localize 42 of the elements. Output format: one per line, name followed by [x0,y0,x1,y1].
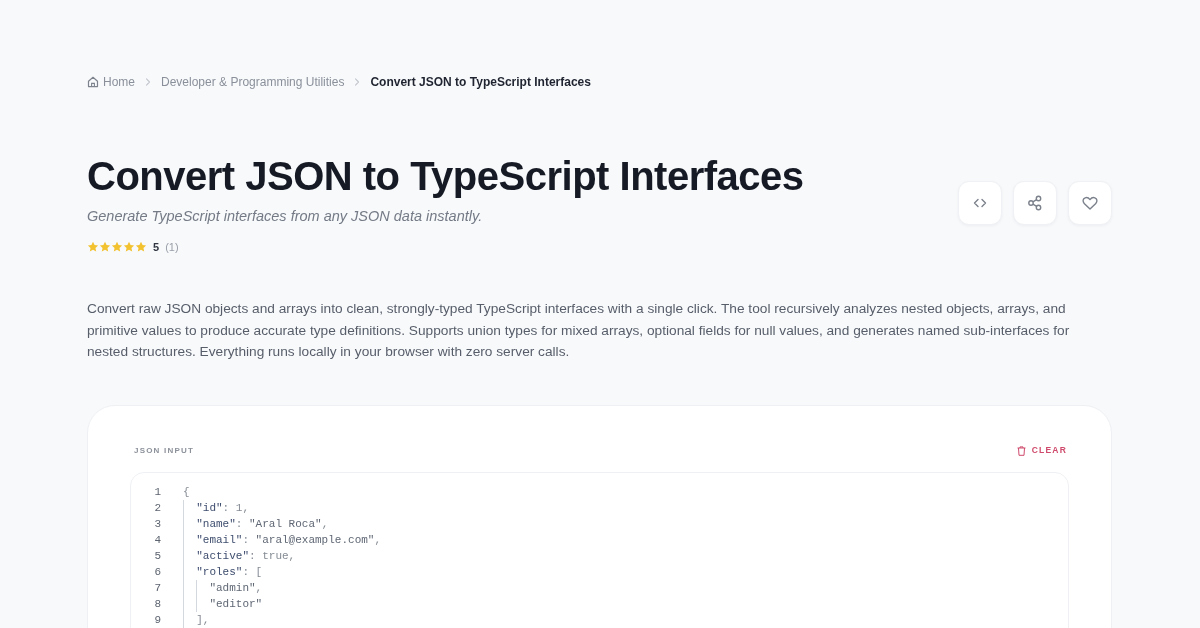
page-title: Convert JSON to TypeScript Interfaces [87,153,804,200]
line-number: 4 [153,532,161,548]
line-number: 6 [153,564,161,580]
star-icon [135,241,147,253]
code-line: "name": "Aral Roca", [196,516,329,532]
rating-count: (1) [165,239,179,255]
line-number: 2 [153,500,161,516]
share-button[interactable] [1013,181,1057,225]
line-number: 9 [153,612,161,628]
code-line: "editor" [209,596,263,612]
share-icon [1026,194,1044,212]
star-icon [87,241,99,253]
page-subtitle: Generate TypeScript interfaces from any JSON data instantly. [87,207,484,226]
star-icon [111,241,123,253]
favorite-button[interactable] [1068,181,1112,225]
breadcrumb-link[interactable]: Developer & Programming Utilities [161,73,345,91]
code-line: { [183,484,190,500]
code-line: "admin", [209,580,263,596]
chevron-icon [145,78,151,86]
line-number: 3 [153,516,161,532]
home-icon [87,76,99,88]
code-editor[interactable]: 1 { 2 "id": 1, 3 "name": "Aral Roca", 4 "email": "aral@example.com", 5 "active": true, 6 "roles": [ 7 "admin", 8 "editor" 9 ], [130,471,1069,628]
heart-icon [1081,194,1099,212]
input-label: JSON INPUT [134,444,194,457]
rating-score: 5 [153,239,160,255]
star-icon [99,241,111,253]
code-line: "email": "aral@example.com", [196,532,382,548]
line-number: 7 [153,580,161,596]
trash-icon [1016,445,1026,456]
code-line: "roles": [ [196,564,263,580]
tool-description: Convert raw JSON objects and arrays into clean, strongly-typed TypeScript interfaces with a single click. The tool recursively analyzes nested objects, arrays, and primitive values to produce accurate type definitions. Supports union types for mixed arrays, optional fields for null values, and generates named sub-interfaces for nested structures. Everything runs locally in your browser with zero server calls. [87,300,1071,361]
home-link[interactable]: Home [87,73,135,91]
line-number: 5 [153,548,161,564]
code-line: "active": true, [196,548,296,564]
breadcrumb-current: Convert JSON to TypeScript Interfaces [370,74,591,91]
line-number: 1 [153,484,161,500]
clear-button[interactable]: CLEAR [1014,444,1069,457]
code-line: "id": 1, [196,500,249,516]
line-number: 8 [153,596,161,612]
chevron-icon [354,78,361,86]
code-line: ], [196,612,210,628]
star-icon [123,241,135,253]
